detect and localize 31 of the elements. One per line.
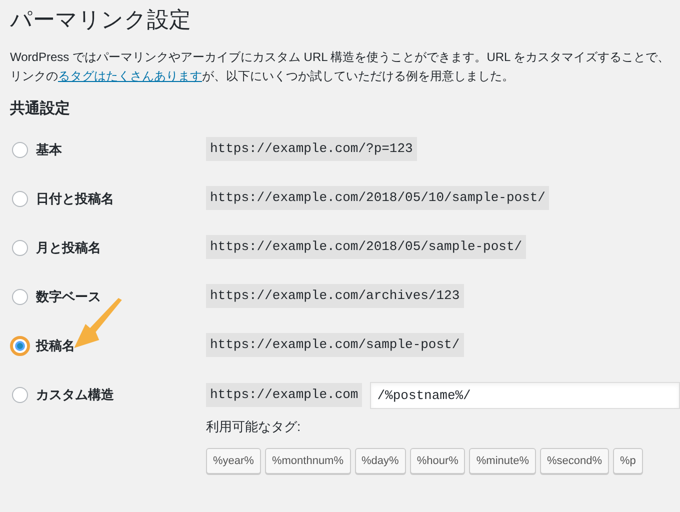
option-label: 月と投稿名 xyxy=(36,238,101,257)
tag-button[interactable]: %monthnum% xyxy=(264,448,351,474)
page-title: パーマリンク設定 xyxy=(10,6,192,34)
radio-button[interactable] xyxy=(12,190,28,206)
tag-button[interactable]: %second% xyxy=(540,448,610,474)
tag-button[interactable]: %day% xyxy=(354,448,406,474)
option-label: カスタム構造 xyxy=(36,386,114,404)
section-title: 共通設定 xyxy=(10,99,71,119)
option-label: 日付と投稿名 xyxy=(36,190,114,208)
tag-button[interactable]: %year% xyxy=(206,448,261,474)
example-url: https://example.com/archives/123 xyxy=(206,284,464,308)
tags-link[interactable]: るタグはたくさんあります xyxy=(58,69,202,83)
radio-button[interactable] xyxy=(10,336,30,356)
example-url: https://example.com/?p=123 xyxy=(206,136,417,160)
radio-button[interactable] xyxy=(12,288,28,304)
structure-input[interactable]: /%postname%/ xyxy=(370,382,680,408)
tags-label: 利用可能なタグ: xyxy=(206,418,302,436)
example-url: https://example.com/2018/05/sample-post/ xyxy=(206,234,526,258)
radio-button[interactable] xyxy=(12,240,28,256)
tag-button[interactable]: %p xyxy=(613,448,643,474)
option-label: 投稿名 xyxy=(36,336,75,355)
option-label: 数字ベース xyxy=(36,288,101,306)
tag-button[interactable]: %hour% xyxy=(410,448,466,474)
radio-button[interactable] xyxy=(12,142,28,158)
option-label: 基本 xyxy=(36,140,62,159)
base-url: https://example.com xyxy=(206,383,362,407)
description-text: WordPress ではパーマリンクやアーカイブにカスタム URL 構造を使うことができます。URL をカスタマイズすることで、リンクのるタグはたくさんありますが、以下にいくつか試していただける例を用意しました。 xyxy=(10,49,671,85)
example-url: https://example.com/sample-post/ xyxy=(206,332,464,356)
radio-button[interactable] xyxy=(12,386,28,402)
example-url: https://example.com/2018/05/10/sample-post/ xyxy=(206,186,550,210)
tag-button[interactable]: %minute% xyxy=(469,448,536,474)
